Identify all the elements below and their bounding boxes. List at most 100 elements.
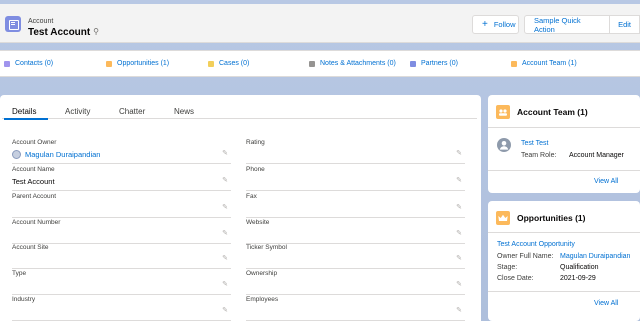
field-parent-account: Parent Account ✎: [12, 193, 231, 218]
edit-pencil-icon[interactable]: ✎: [221, 177, 229, 185]
field-phone: Phone ✎: [246, 166, 465, 191]
quick-link-account-team[interactable]: Account Team (1): [511, 60, 577, 67]
opportunity-name-link[interactable]: Test Account Opportunity: [497, 241, 575, 248]
account-team-header: Account Team (1): [496, 105, 588, 119]
edit-pencil-icon[interactable]: ✎: [455, 255, 463, 263]
field-label: Ticker Symbol: [246, 244, 287, 251]
tab-chatter[interactable]: Chatter: [119, 107, 145, 116]
tab-bar: Details Activity Chatter News: [2, 95, 477, 120]
account-owner-link[interactable]: Magulan Duraipandian: [25, 150, 100, 159]
details-card: Details Activity Chatter News Account Ow…: [0, 95, 481, 321]
field-label: Account Site: [12, 244, 49, 251]
edit-button[interactable]: Edit: [610, 15, 640, 34]
edit-pencil-icon[interactable]: ✎: [455, 150, 463, 158]
field-rating: Rating ✎: [246, 139, 465, 164]
action-button-group: Sample Quick Action Edit: [524, 15, 640, 34]
field-ticker-symbol: Ticker Symbol ✎: [246, 244, 465, 269]
field-label: Industry: [12, 296, 36, 303]
field-type: Type ✎: [12, 270, 231, 295]
quick-link-opportunities[interactable]: Opportunities (1): [106, 60, 169, 67]
owner-value-link[interactable]: Magulan Duraipandian: [560, 253, 630, 260]
field-ownership: Ownership ✎: [246, 270, 465, 295]
opportunities-header: Opportunities (1): [496, 211, 585, 225]
record-header: Account Test Account ⚲ + Follow Sample Q…: [0, 4, 640, 43]
opportunities-icon: [106, 60, 112, 67]
edit-pencil-icon[interactable]: ✎: [455, 281, 463, 289]
crown-icon: [496, 211, 510, 225]
related-list-quick-links: Contacts (0) Opportunities (1) Cases (0)…: [0, 50, 640, 77]
edit-pencil-icon[interactable]: ✎: [221, 230, 229, 238]
edit-pencil-icon[interactable]: ✎: [221, 307, 229, 315]
change-owner-icon[interactable]: ✎: [221, 150, 229, 158]
field-employees: Employees ✎: [246, 296, 465, 321]
close-date-value: 2021-09-29: [560, 275, 596, 282]
card-divider: [488, 232, 640, 233]
team-role-value: Account Manager: [569, 152, 624, 159]
field-label: Account Number: [12, 219, 61, 226]
tab-details[interactable]: Details: [12, 107, 36, 116]
field-label: Fax: [246, 193, 257, 200]
opportunities-view-all-link[interactable]: View All: [594, 300, 618, 307]
edit-pencil-icon[interactable]: ✎: [455, 230, 463, 238]
owner-avatar: [12, 150, 21, 159]
edit-pencil-icon[interactable]: ✎: [221, 281, 229, 289]
notes-icon: [309, 60, 315, 67]
partners-icon: [410, 60, 416, 67]
account-icon: [5, 16, 21, 32]
edit-pencil-icon[interactable]: ✎: [455, 204, 463, 212]
field-label: Employees: [246, 296, 279, 303]
edit-pencil-icon[interactable]: ✎: [221, 255, 229, 263]
stage-value: Qualification: [560, 264, 599, 271]
stage-label: Stage:: [497, 264, 518, 271]
quick-link-contacts[interactable]: Contacts (0): [4, 60, 53, 67]
card-divider: [488, 127, 640, 128]
quick-link-label: Partners (0): [421, 60, 458, 67]
follow-label: Follow: [493, 20, 516, 29]
tab-activity[interactable]: Activity: [65, 107, 90, 116]
tab-news[interactable]: News: [174, 107, 194, 116]
account-team-title[interactable]: Account Team (1): [517, 107, 588, 117]
card-divider: [488, 170, 640, 171]
edit-pencil-icon[interactable]: ✎: [455, 307, 463, 315]
quick-link-label: Contacts (0): [15, 60, 54, 67]
team-icon: [496, 105, 510, 119]
account-team-icon: [511, 60, 517, 67]
field-website: Website ✎: [246, 219, 465, 244]
field-account-owner: Account Owner Magulan Duraipandian ✎: [12, 139, 231, 164]
edit-pencil-icon[interactable]: ✎: [221, 204, 229, 212]
field-label: Parent Account: [12, 193, 57, 200]
owner-label: Owner Full Name:: [497, 253, 554, 260]
team-member-link[interactable]: Test Test: [521, 140, 549, 147]
field-label: Type: [12, 270, 27, 277]
quick-link-label: Account Team (1): [522, 60, 577, 67]
sample-quick-action-button[interactable]: Sample Quick Action: [524, 15, 611, 34]
account-team-view-all-link[interactable]: View All: [594, 178, 618, 185]
field-label: Rating: [246, 139, 265, 146]
quick-link-label: Notes & Attachments (0): [320, 60, 396, 67]
field-industry: Industry ✎: [12, 296, 231, 321]
follow-button[interactable]: + Follow: [472, 15, 519, 34]
opportunities-title[interactable]: Opportunities (1): [517, 213, 585, 223]
quick-link-notes-attachments[interactable]: Notes & Attachments (0): [309, 60, 396, 67]
field-label: Ownership: [246, 270, 278, 277]
field-account-site: Account Site ✎: [12, 244, 231, 269]
record-title: Test Account: [28, 27, 91, 38]
team-role-label: Team Role:: [521, 152, 557, 159]
object-type-label: Account: [28, 18, 54, 25]
quick-link-partners[interactable]: Partners (0): [410, 60, 458, 67]
field-label: Account Name: [12, 166, 55, 173]
contacts-icon: [4, 60, 10, 67]
field-account-name: Account Name Test Account ✎: [12, 166, 231, 191]
field-label: Phone: [246, 166, 265, 173]
card-divider: [488, 291, 640, 292]
member-avatar: [497, 138, 511, 152]
hierarchy-icon[interactable]: ⚲: [91, 27, 101, 37]
quick-link-cases[interactable]: Cases (0): [208, 60, 249, 67]
opportunities-card: Opportunities (1) Test Account Opportuni…: [488, 201, 640, 321]
quick-link-label: Cases (0): [219, 60, 250, 67]
close-date-label: Close Date:: [497, 275, 534, 282]
plus-icon: +: [482, 19, 488, 30]
field-label: Website: [246, 219, 270, 226]
field-fax: Fax ✎: [246, 193, 465, 218]
edit-pencil-icon[interactable]: ✎: [455, 177, 463, 185]
